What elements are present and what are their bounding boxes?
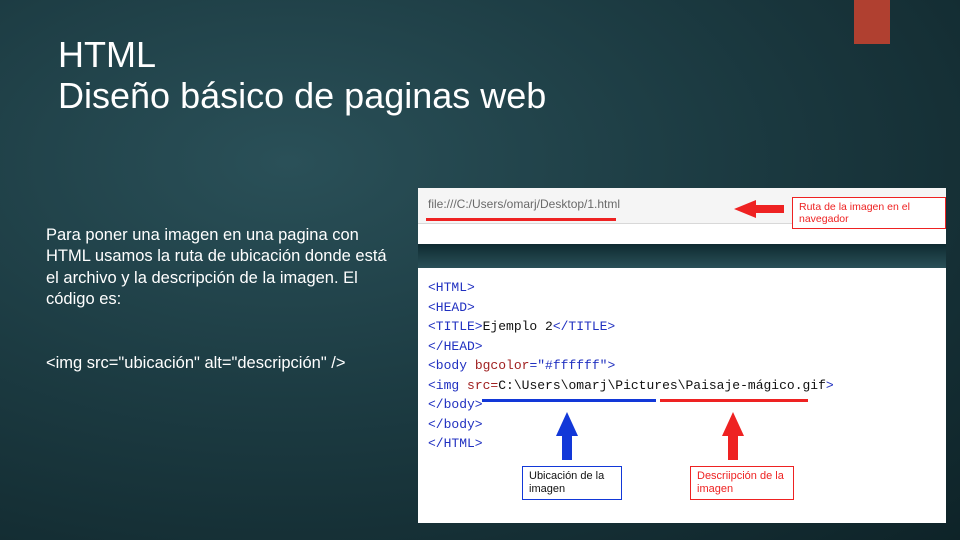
gradient-strip: [418, 244, 946, 268]
title-line-1: HTML: [58, 34, 546, 75]
underline-blue: [482, 399, 656, 402]
code-example: <img src="ubicación" alt="descripción" /…: [46, 353, 396, 374]
accent-tab: [854, 0, 890, 44]
screenshot-panel: file:///C:/Users/omarj/Desktop/1.html Ru…: [418, 188, 946, 523]
code-line: <TITLE>Ejemplo 2</TITLE>: [428, 317, 946, 337]
caption-blue: Ubicación de la imagen: [522, 466, 622, 500]
code-line: <body bgcolor="#ffffff">: [428, 356, 946, 376]
title-line-2: Diseño básico de paginas web: [58, 75, 546, 116]
arrow-up-red-icon: [722, 412, 744, 436]
code-line: <img src=C:\Users\omarj\Pictures\Paisaje…: [428, 376, 946, 396]
arrow-up-blue-icon: [556, 412, 578, 436]
left-column: Para poner una imagen en una pagina con …: [46, 225, 396, 416]
html-code-area: <HTML><HEAD><TITLE>Ejemplo 2</TITLE></HE…: [418, 278, 946, 454]
slide-title: HTML Diseño básico de paginas web: [58, 34, 546, 117]
arrow-left-icon: [734, 200, 756, 218]
caption-red: Descriipción de la imagen: [690, 466, 794, 500]
code-line: <HTML>: [428, 278, 946, 298]
underline-red: [660, 399, 808, 402]
code-line: </body>: [428, 395, 946, 415]
code-line: </HEAD>: [428, 337, 946, 357]
code-line: </HTML>: [428, 434, 946, 454]
intro-paragraph: Para poner una imagen en una pagina con …: [46, 225, 396, 311]
code-line: <HEAD>: [428, 298, 946, 318]
code-line: </body>: [428, 415, 946, 435]
url-underline: [426, 218, 616, 221]
url-caption: Ruta de la imagen en el navegador: [792, 197, 946, 229]
